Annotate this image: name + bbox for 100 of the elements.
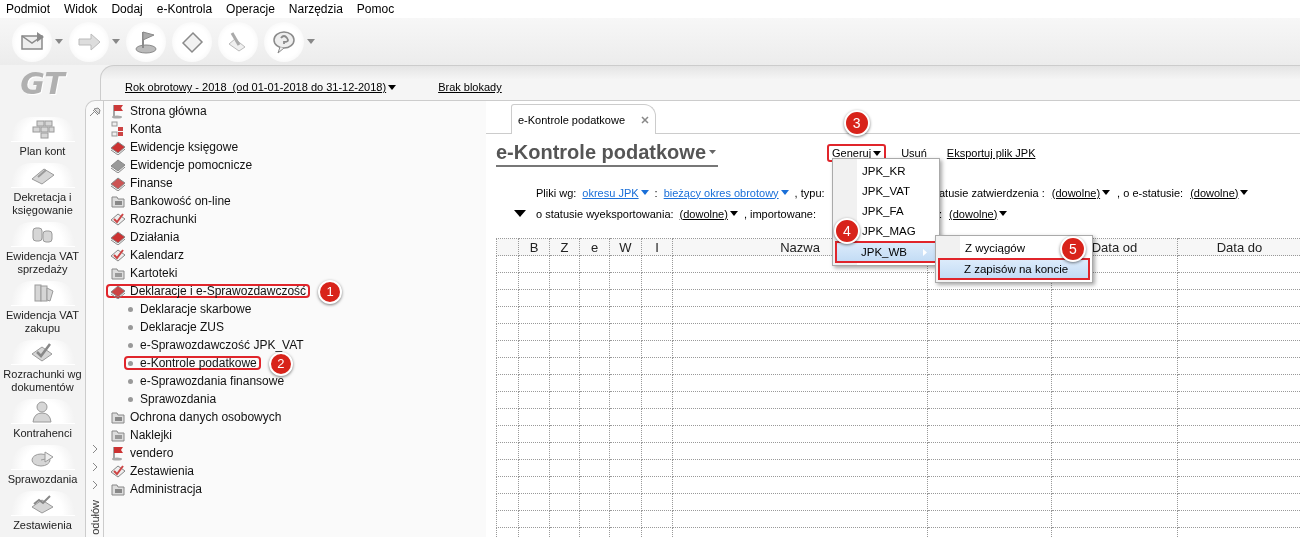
column-header[interactable]: Z: [549, 238, 580, 256]
tree-item[interactable]: e-Sprawozdawczość JPK_VAT: [124, 338, 308, 352]
menu-item[interactable]: Z zapisów na koncie: [938, 258, 1090, 280]
folder-icon: [110, 193, 126, 209]
step-badge: 2: [268, 352, 293, 376]
tab[interactable]: e-Kontrole podatkowe: [511, 104, 656, 134]
bullet-icon: [128, 324, 133, 330]
module-button[interactable]: Ewidencja VAT sprzedaży: [0, 222, 85, 276]
close-icon[interactable]: [641, 115, 649, 124]
tree-item[interactable]: Ochrona danych osobowych: [106, 410, 286, 424]
action-link[interactable]: Usuń: [896, 144, 932, 162]
toolbar-button[interactable]: [218, 21, 258, 62]
tree-item[interactable]: Zestawienia: [106, 464, 199, 478]
chevron-icon[interactable]: [91, 444, 98, 455]
caret-icon[interactable]: [55, 39, 63, 44]
module-button[interactable]: Kontrahenci: [0, 399, 85, 440]
filter-dropdown[interactable]: okresu JPK: [582, 186, 649, 199]
tree-item[interactable]: Bankowość on-line: [106, 194, 235, 208]
caret-icon: [999, 211, 1008, 216]
filter-label: Pliki wg:: [536, 186, 577, 199]
menu-item[interactable]: Podmiot: [6, 2, 51, 16]
panel-label: odułów: [88, 500, 101, 535]
tree-item[interactable]: Działania: [106, 230, 184, 244]
check-icon: [110, 211, 126, 227]
chevron-icon[interactable]: [91, 462, 98, 473]
caret-icon: [709, 150, 716, 154]
flag-icon: [133, 28, 159, 55]
column-header[interactable]: B: [518, 238, 550, 256]
help-icon: [271, 28, 297, 55]
tree-item[interactable]: Rozrachunki: [106, 212, 201, 226]
caret-icon[interactable]: [112, 39, 120, 44]
menu-item[interactable]: Pomoc: [356, 2, 395, 16]
filter-dropdown[interactable]: (dowolne): [949, 207, 1008, 220]
tree-item[interactable]: Strona główna: [106, 104, 211, 118]
menu-item[interactable]: Operacje: [226, 2, 275, 16]
filter-dropdown[interactable]: (dowolne): [679, 207, 738, 220]
menu-item[interactable]: JPK_MAG: [859, 221, 925, 241]
chevron-icon[interactable]: [91, 480, 98, 491]
toolbar-button[interactable]: [12, 21, 52, 62]
pin-icon[interactable]: [88, 107, 101, 117]
menu-item[interactable]: Widok: [64, 2, 98, 16]
caret-icon: [388, 84, 397, 90]
tree-item[interactable]: Sprawozdania: [124, 392, 221, 406]
blocks-icon: [29, 117, 56, 141]
tree-item[interactable]: Finanse: [106, 176, 177, 190]
folder-icon: [110, 427, 126, 443]
menu-item[interactable]: JPK_FA: [859, 201, 913, 221]
menu-item[interactable]: Z wyciągów: [962, 238, 1035, 258]
toolbar-button[interactable]: [172, 21, 212, 62]
caret-icon[interactable]: [307, 39, 315, 44]
folder-icon: [110, 409, 126, 425]
menu-item[interactable]: JPK_WB: [835, 241, 937, 263]
menu-item[interactable]: e-Kontrola: [156, 2, 213, 16]
column-header[interactable]: I: [641, 238, 673, 256]
tree-item[interactable]: Deklaracje i e-Sprawozdawczość: [106, 284, 311, 298]
filter-dropdown[interactable]: (dowolne): [1190, 186, 1249, 199]
period-selector[interactable]: Rok obrotowy - 2018 (od 01-01-2018 do 31-12-2018): [125, 81, 397, 93]
menu-item[interactable]: JPK_KR: [859, 161, 915, 181]
expand-arrow-icon[interactable]: [514, 210, 526, 217]
filter-dropdown[interactable]: bieżący okres obrotowy: [663, 186, 789, 199]
tree-item[interactable]: vendero: [106, 446, 178, 460]
tree-item[interactable]: e-Kontrole podatkowe: [124, 356, 261, 370]
book-icon: [110, 229, 126, 245]
module-button[interactable]: Sprawozdania: [0, 445, 85, 486]
toolbar-button[interactable]: [264, 21, 304, 62]
column-header[interactable]: W: [609, 238, 642, 256]
tree-item[interactable]: Ewidencje pomocnicze: [106, 158, 257, 172]
tree-item[interactable]: Administracja: [106, 482, 207, 496]
tree-item[interactable]: Deklaracje ZUS: [124, 320, 229, 334]
menu-item[interactable]: Dodaj: [111, 2, 143, 16]
tree-item[interactable]: e-Sprawozdania finansowe: [124, 374, 289, 388]
module-button[interactable]: Dekretacja i księgowanie: [0, 163, 85, 217]
step-badge: 4: [834, 218, 860, 244]
check-icon: [110, 463, 126, 479]
bullet-icon: [128, 342, 133, 348]
tree-item[interactable]: Kartoteki: [106, 266, 182, 280]
module-button[interactable]: Rozrachunki wg dokumentów: [0, 340, 85, 394]
folder-icon: [110, 265, 126, 281]
caret-icon: [640, 190, 649, 195]
menu-item[interactable]: JPK_VAT: [859, 181, 920, 201]
tree-item[interactable]: Kalendarz: [106, 248, 189, 262]
step-badge: 5: [1060, 236, 1086, 262]
menu-item[interactable]: Narzędzia: [288, 2, 343, 16]
bullet-icon: [128, 360, 133, 366]
toolbar-button[interactable]: [126, 21, 166, 62]
column-header[interactable]: Data do: [1177, 238, 1300, 256]
module-button[interactable]: Zestawienia: [0, 491, 85, 532]
module-button[interactable]: Ewidencja VAT zakupu: [0, 281, 85, 335]
tree-item[interactable]: Naklejki: [106, 428, 176, 442]
caret-icon: [729, 211, 738, 216]
filter-dropdown[interactable]: (dowolne): [1051, 186, 1111, 199]
filter-label: , typu:: [794, 186, 825, 199]
page-title[interactable]: e-Kontrole podatkowe: [496, 139, 718, 167]
tree-item[interactable]: Deklaracje skarbowe: [124, 302, 256, 316]
column-header[interactable]: e: [579, 238, 610, 256]
lock-status-link[interactable]: Brak blokady: [438, 81, 502, 93]
action-link[interactable]: Eksportuj plik JPK: [941, 144, 1041, 162]
tree-item[interactable]: Konta: [106, 122, 166, 136]
tree-item[interactable]: Ewidencje księgowe: [106, 140, 243, 154]
module-button[interactable]: Plan kont: [0, 117, 85, 158]
